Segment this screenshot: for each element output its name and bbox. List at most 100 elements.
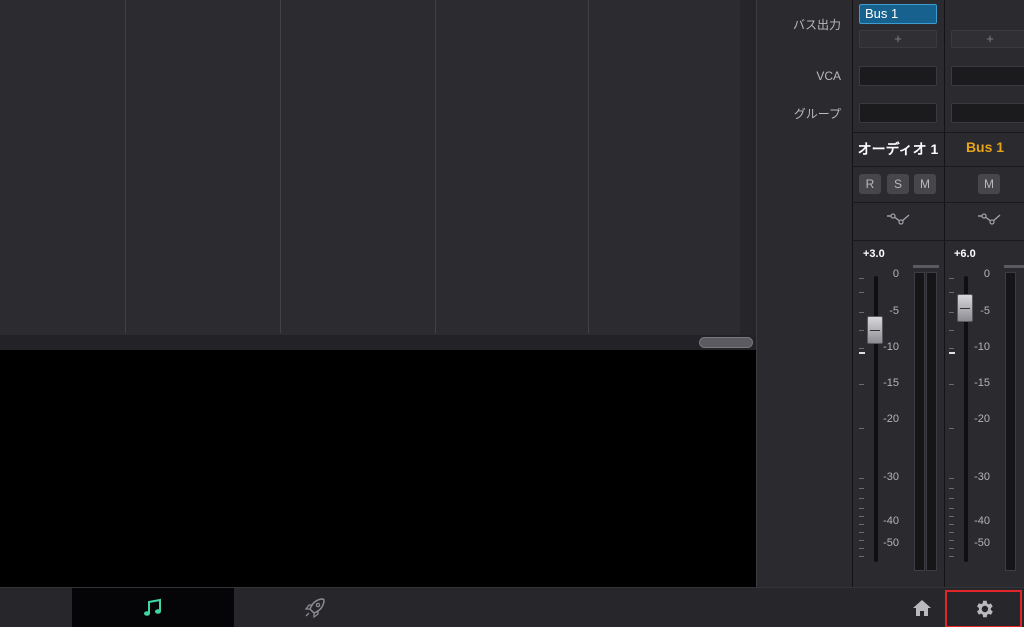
record-button[interactable]: R xyxy=(859,174,881,194)
fader-tick xyxy=(949,516,954,517)
vca-label: VCA xyxy=(816,69,841,83)
group-slot[interactable] xyxy=(951,103,1024,123)
fader-tick xyxy=(949,508,954,509)
db-scale-label: -50 xyxy=(974,537,990,549)
fader-tick xyxy=(859,498,864,499)
fader-tick xyxy=(859,428,864,429)
group-label: グループ xyxy=(793,107,841,121)
fader-tick xyxy=(949,524,954,525)
dynamics-curve-icon[interactable] xyxy=(976,210,1004,226)
row-divider xyxy=(852,132,1024,133)
settings-button[interactable] xyxy=(945,590,1022,627)
channel-divider xyxy=(852,0,853,587)
db-scale-label: -30 xyxy=(883,471,899,483)
vca-slot[interactable] xyxy=(859,66,937,86)
viewer-panel xyxy=(0,350,756,587)
fader-tick xyxy=(859,540,864,541)
mute-button[interactable]: M xyxy=(978,174,1000,194)
fader-tick xyxy=(949,384,954,385)
group-slot[interactable] xyxy=(859,103,937,123)
fader-tick xyxy=(859,508,864,509)
fader-tick xyxy=(949,312,954,313)
home-button[interactable] xyxy=(902,588,942,627)
fader-tick xyxy=(859,278,864,279)
db-scale-label: 0 xyxy=(892,268,899,280)
db-scale-label: -5 xyxy=(980,305,990,317)
row-divider xyxy=(852,202,1024,203)
track-name[interactable]: オーディオ 1 xyxy=(853,139,943,159)
timeline-gridline xyxy=(125,0,126,333)
fader-tick xyxy=(859,516,864,517)
tab-deliver[interactable] xyxy=(234,588,396,627)
timeline-gridline xyxy=(280,0,281,333)
fader-tick xyxy=(949,478,954,479)
home-icon xyxy=(913,600,931,616)
db-scale-label: -50 xyxy=(883,537,899,549)
db-scale-label: -20 xyxy=(974,413,990,425)
bus-output-slot[interactable]: Bus 1 xyxy=(859,4,937,24)
fader-tick xyxy=(949,428,954,429)
page-navigation-bar xyxy=(0,587,1024,627)
meter-peak-cap xyxy=(913,265,939,268)
gain-readout: +3.0 xyxy=(863,248,885,260)
fader-knob[interactable] xyxy=(867,316,883,344)
db-scale-label: -10 xyxy=(974,341,990,353)
fader-tick xyxy=(859,292,864,293)
db-scale-label: -40 xyxy=(974,515,990,527)
db-scale-label: -10 xyxy=(883,341,899,353)
meter-peak-cap xyxy=(1004,265,1024,268)
fader-tick xyxy=(949,488,954,489)
fader-tick xyxy=(859,532,864,533)
db-scale-label: -15 xyxy=(974,377,990,389)
level-meter-right xyxy=(926,272,937,571)
fader-tick xyxy=(859,548,864,549)
channel-divider xyxy=(944,0,945,587)
mute-button[interactable]: M xyxy=(914,174,936,194)
fader-tick xyxy=(949,330,954,331)
music-note-icon xyxy=(144,598,161,616)
dynamics-curve-icon[interactable] xyxy=(885,210,913,226)
fader-tick xyxy=(949,556,954,557)
timeline-panel[interactable] xyxy=(0,0,756,350)
fader-tick xyxy=(949,498,954,499)
add-bus-button[interactable]: + xyxy=(859,30,937,48)
fader-tick xyxy=(949,540,954,541)
gain-readout: +6.0 xyxy=(954,248,976,260)
db-scale-label: 0 xyxy=(983,268,990,280)
db-scale-label: -5 xyxy=(889,305,899,317)
level-meter-left xyxy=(914,272,925,571)
rocket-icon xyxy=(304,598,325,619)
fader-tick xyxy=(859,384,864,385)
fader-tick xyxy=(859,478,864,479)
db-scale-label: -15 xyxy=(883,377,899,389)
solo-button[interactable]: S xyxy=(887,174,909,194)
timeline-scroll-thumb[interactable] xyxy=(699,337,753,348)
timeline-gridline xyxy=(435,0,436,333)
fader-tick xyxy=(859,312,864,313)
fader-tick xyxy=(859,488,864,489)
row-divider xyxy=(852,240,1024,241)
fader-tick xyxy=(859,348,864,349)
vca-slot[interactable] xyxy=(951,66,1024,86)
fader-tick xyxy=(859,330,864,331)
track-name[interactable]: Bus 1 xyxy=(945,139,1024,155)
gear-icon xyxy=(976,600,993,618)
timeline-tracks[interactable] xyxy=(0,0,740,335)
unity-gain-mark xyxy=(949,352,955,354)
db-scale-label: -20 xyxy=(883,413,899,425)
fader-tick xyxy=(949,348,954,349)
add-bus-button[interactable]: + xyxy=(951,30,1024,48)
level-meter-left xyxy=(1005,272,1016,571)
fader-tick xyxy=(949,548,954,549)
fader-tick xyxy=(859,556,864,557)
db-scale-label: -30 xyxy=(974,471,990,483)
bus-output-label: バス出力 xyxy=(792,18,841,32)
fader-tick xyxy=(859,524,864,525)
row-divider xyxy=(852,166,1024,167)
mixer-panel: バス出力 VCA グループ Bus 1 + オーディオ 1 R S M +3.0… xyxy=(756,0,1024,587)
db-scale-label: -40 xyxy=(883,515,899,527)
tab-fairlight[interactable] xyxy=(72,588,234,627)
timeline-horizontal-scrollbar[interactable] xyxy=(0,335,756,350)
timeline-vertical-scrollbar[interactable] xyxy=(740,0,756,335)
fader-tick xyxy=(949,278,954,279)
